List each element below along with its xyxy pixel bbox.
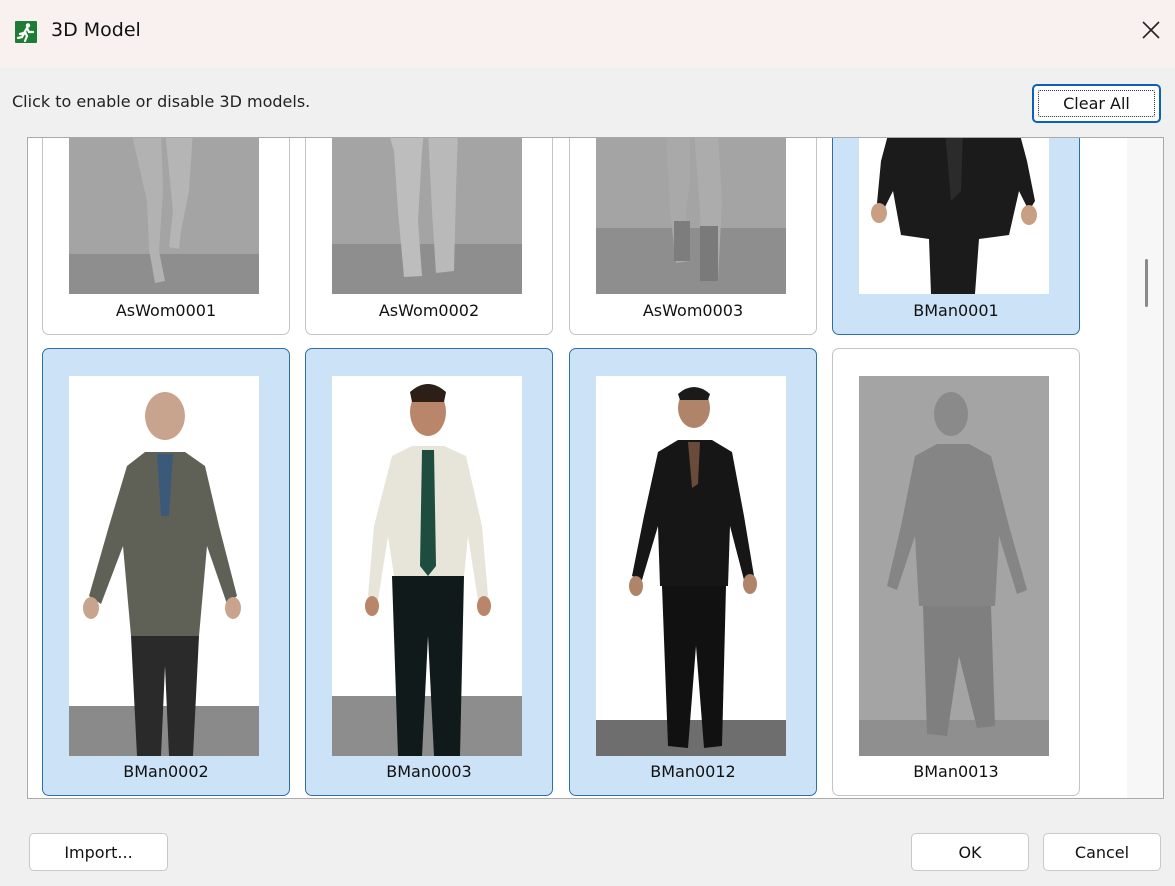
model-thumbnail bbox=[69, 138, 259, 294]
model-card-aswom0003[interactable]: AsWom0003 bbox=[569, 138, 817, 335]
model-card-bman0001[interactable]: BMan0001 bbox=[832, 138, 1080, 335]
model-thumbnail bbox=[859, 138, 1049, 294]
model-card-aswom0001[interactable]: AsWom0001 bbox=[42, 138, 290, 335]
model-card-bman0012[interactable]: BMan0012 bbox=[569, 348, 817, 796]
import-button[interactable]: Import... bbox=[29, 833, 168, 871]
model-label: BMan0002 bbox=[123, 762, 209, 781]
close-icon bbox=[1142, 21, 1160, 39]
model-card-bman0002[interactable]: BMan0002 bbox=[42, 348, 290, 796]
model-label: AsWom0001 bbox=[115, 301, 217, 320]
vertical-scrollbar[interactable] bbox=[1127, 138, 1163, 798]
cancel-button[interactable]: Cancel bbox=[1043, 833, 1161, 871]
model-thumbnail bbox=[332, 376, 522, 756]
model-card-bman0003[interactable]: BMan0003 bbox=[305, 348, 553, 796]
model-thumbnail bbox=[596, 376, 786, 756]
running-man-icon bbox=[15, 21, 37, 43]
model-label: AsWom0003 bbox=[642, 301, 744, 320]
model-card-bman0013[interactable]: BMan0013 bbox=[832, 348, 1080, 796]
window-title: 3D Model bbox=[51, 19, 141, 41]
title-bar: 3D Model bbox=[0, 0, 1175, 68]
clear-all-button[interactable]: Clear All bbox=[1032, 84, 1161, 123]
model-thumbnail bbox=[69, 376, 259, 756]
model-label: BMan0012 bbox=[650, 762, 736, 781]
model-label: BMan0003 bbox=[386, 762, 472, 781]
model-label: BMan0001 bbox=[913, 301, 999, 320]
close-button[interactable] bbox=[1129, 8, 1175, 52]
model-thumbnail bbox=[596, 138, 786, 294]
model-label: BMan0013 bbox=[913, 762, 999, 781]
model-thumbnail bbox=[332, 138, 522, 294]
model-label: AsWom0002 bbox=[378, 301, 480, 320]
model-grid[interactable]: AsWom0001 AsWom0002 AsWom0003 BMan0001 B… bbox=[27, 137, 1164, 799]
ok-button[interactable]: OK bbox=[911, 833, 1029, 871]
model-card-aswom0002[interactable]: AsWom0002 bbox=[305, 138, 553, 335]
model-thumbnail bbox=[859, 376, 1049, 756]
instruction-text: Click to enable or disable 3D models. bbox=[12, 92, 311, 111]
scrollbar-thumb[interactable] bbox=[1145, 259, 1148, 307]
